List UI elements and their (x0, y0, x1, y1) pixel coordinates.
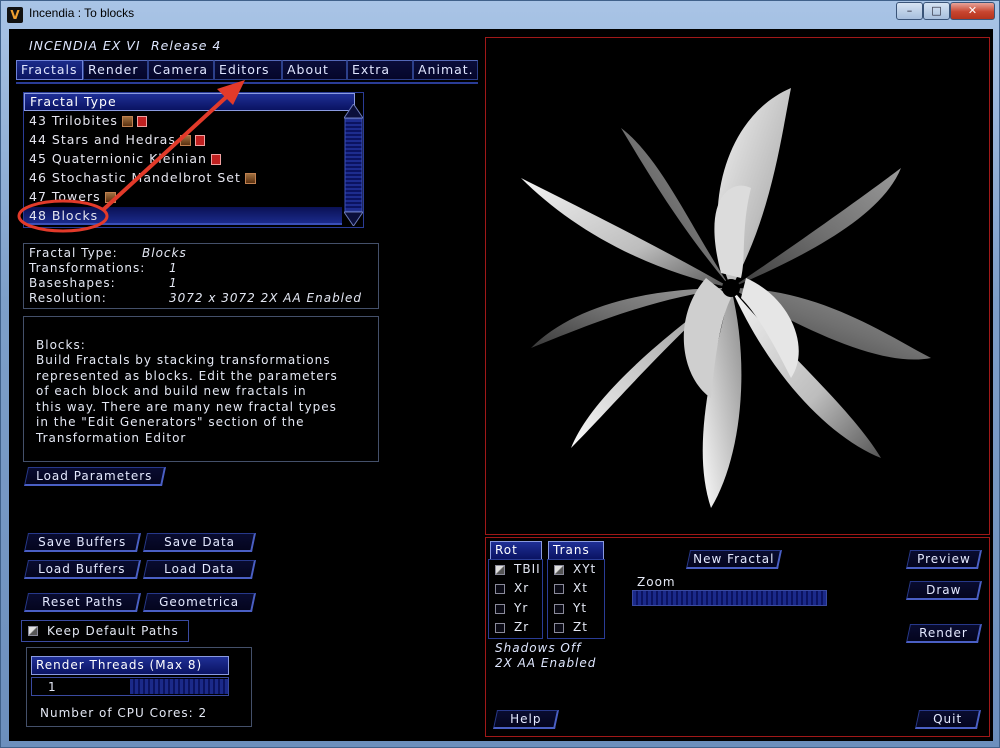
tutorial-annotation (17, 80, 245, 233)
app-window: V Incendia : To blocks – □ ✕ INCENDIA EX… (0, 0, 1000, 748)
client-area: INCENDIA EX VI Release 4 Fractals Render… (9, 29, 993, 741)
close-button[interactable]: ✕ (950, 2, 995, 20)
maximize-button[interactable]: □ (923, 2, 950, 20)
window-title: Incendia : To blocks (29, 6, 135, 20)
highlight-circle-icon (17, 199, 109, 233)
incendia-logo-icon: V (7, 7, 23, 23)
title-bar[interactable]: V Incendia : To blocks – □ ✕ (1, 1, 999, 28)
minimize-button[interactable]: – (896, 2, 923, 20)
arrow-line-icon (102, 88, 236, 211)
